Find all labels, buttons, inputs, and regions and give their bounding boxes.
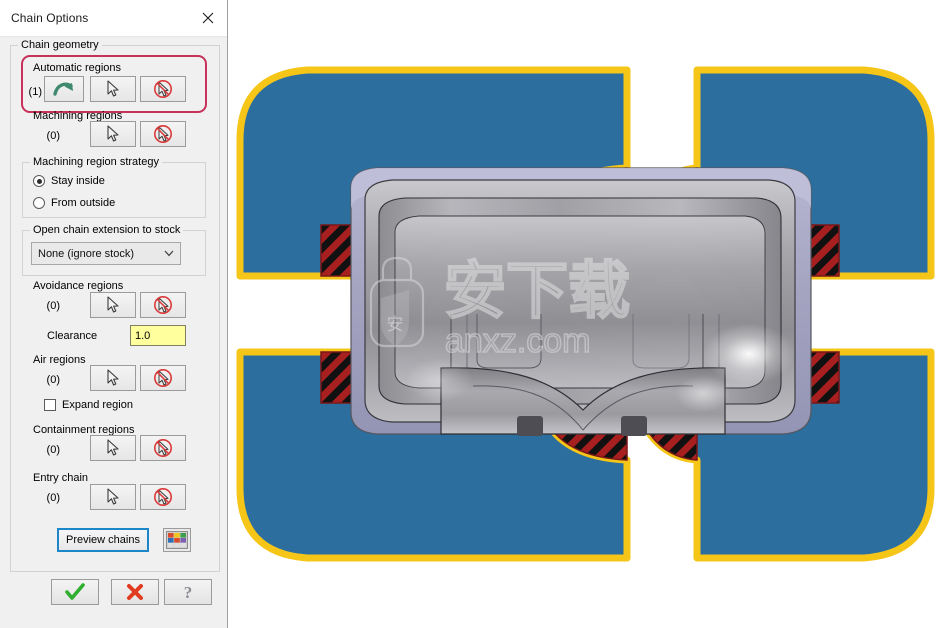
cursor-deselect-icon [154,125,172,143]
cursor-deselect-icon [154,80,172,98]
cursor-select-icon [107,296,119,313]
machining-regions-count: (0) [46,130,60,142]
clearance-input[interactable]: 1.0 [130,325,186,346]
air-regions-count: (0) [46,374,60,386]
expand-region-label: Expand region [62,399,133,411]
cursor-deselect-icon [154,488,172,506]
radio-from-outside-dot [33,197,45,209]
dialog-titlebar: Chain Options [0,0,227,37]
machining-regions-select-button[interactable] [90,121,136,147]
radio-stay-inside[interactable]: Stay inside [33,175,105,187]
watermark-shield-char: 安 [387,315,404,335]
open-chain-extension-select[interactable]: None (ignore stock) [31,242,181,265]
close-icon[interactable] [193,4,223,32]
cancel-x-icon [127,584,143,600]
automatic-regions-label: Automatic regions [33,62,122,74]
machining-region-strategy-group: Machining region strategy [22,156,206,218]
radio-from-outside[interactable]: From outside [33,197,115,209]
model-viewport[interactable]: 安 安下载 anxz.com [229,0,942,628]
automatic-regions-count: (1) [28,86,42,98]
containment-regions-count: (0) [46,444,60,456]
entry-chain-deselect-button[interactable] [140,484,186,510]
automatic-regions-auto-button[interactable] [44,76,84,102]
cursor-deselect-icon [154,369,172,387]
entry-chain-select-button[interactable] [90,484,136,510]
svg-text:?: ? [184,583,193,601]
radio-stay-inside-dot [33,175,45,187]
help-button[interactable]: ? [164,579,212,605]
cancel-button[interactable] [111,579,159,605]
clearance-label: Clearance [47,330,98,342]
air-regions-deselect-button[interactable] [140,365,186,391]
color-palette-icon[interactable] [163,528,191,552]
expand-region-checkbox[interactable]: Expand region [44,399,133,411]
watermark-text-cn: 安下载 [444,254,630,327]
entry-chain-count: (0) [46,492,60,504]
preview-chains-button[interactable]: Preview chains [57,528,149,552]
cursor-deselect-icon [154,296,172,314]
air-regions-select-button[interactable] [90,365,136,391]
ok-button[interactable] [51,579,99,605]
cursor-select-icon [107,369,119,386]
air-regions-label: Air regions [33,354,86,366]
radio-stay-inside-label: Stay inside [51,175,105,187]
machining-regions-deselect-button[interactable] [140,121,186,147]
dialog-title: Chain Options [11,11,89,25]
automatic-regions-select-button[interactable] [90,76,136,102]
model-graphic: 安 安下载 anxz.com [236,66,935,562]
avoidance-regions-label: Avoidance regions [33,280,124,292]
cursor-select-icon [107,439,119,456]
avoidance-regions-count: (0) [46,300,60,312]
cursor-select-icon [107,125,119,142]
containment-regions-select-button[interactable] [90,435,136,461]
expand-region-box [44,399,56,411]
open-chain-extension-value: None (ignore stock) [38,247,134,260]
avoidance-regions-select-button[interactable] [90,292,136,318]
chevron-down-icon [158,250,180,257]
avoidance-regions-deselect-button[interactable] [140,292,186,318]
radio-from-outside-label: From outside [51,197,116,209]
help-question-icon: ? [184,583,193,601]
machining-region-strategy-label: Machining region strategy [30,156,162,168]
chain-geometry-label: Chain geometry [18,39,102,51]
ok-check-icon [65,583,85,600]
cursor-select-icon [107,488,119,505]
cursor-select-icon [107,80,119,97]
chain-options-dialog: Chain Options Chain geometry Automatic r… [0,0,228,628]
green-curved-arrow-icon [53,82,73,96]
watermark-text-url: anxz.com [445,322,591,360]
entry-chain-label: Entry chain [33,472,89,484]
cursor-deselect-icon [154,439,172,457]
automatic-regions-deselect-button[interactable] [140,76,186,102]
containment-regions-deselect-button[interactable] [140,435,186,461]
open-chain-extension-label: Open chain extension to stock [30,224,184,236]
